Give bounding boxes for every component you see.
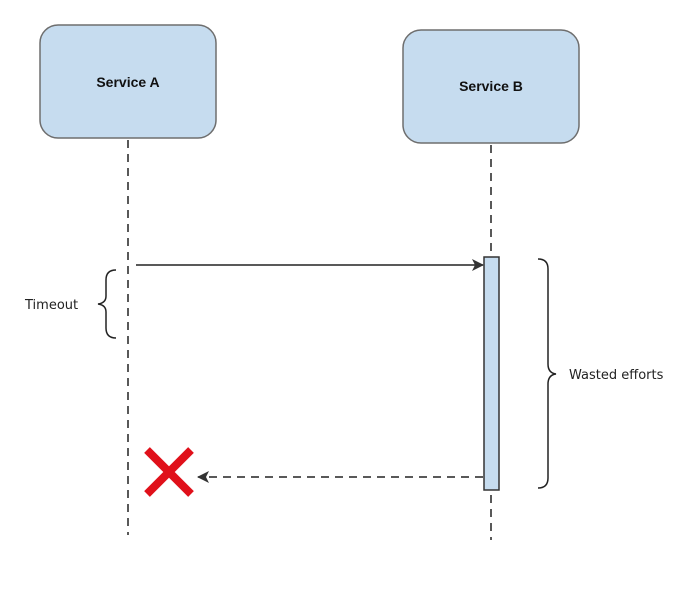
red-x-icon <box>144 447 194 497</box>
wasted-efforts-label: Wasted efforts <box>569 368 664 383</box>
timeout-brace-icon <box>97 269 117 339</box>
participant-service-b[interactable]: Service B <box>402 29 580 144</box>
participant-label: Service A <box>96 74 159 90</box>
wasted-efforts-brace-icon <box>537 258 557 489</box>
timeout-label: Timeout <box>24 298 78 313</box>
participant-label: Service B <box>459 78 523 94</box>
activation-bar-service-b <box>483 256 500 491</box>
sequence-diagram: Service A Service B Timeout Wasted effor… <box>24 24 664 540</box>
participant-service-a[interactable]: Service A <box>39 24 217 139</box>
